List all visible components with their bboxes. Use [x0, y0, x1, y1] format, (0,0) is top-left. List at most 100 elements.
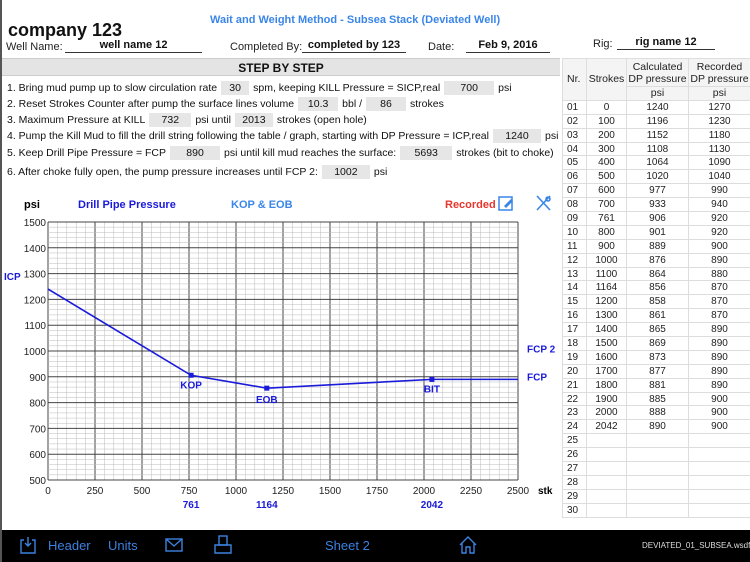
- row-recorded[interactable]: 990: [688, 183, 750, 199]
- row-nr: 27: [562, 461, 587, 476]
- step-value[interactable]: 10.3: [298, 97, 339, 111]
- row-calculated: 873: [626, 349, 689, 365]
- file-name: DEVIATED_01_SUBSEA.wsdf: [642, 541, 750, 550]
- row-calculated: [626, 447, 689, 463]
- row-recorded[interactable]: [688, 474, 750, 490]
- step-value[interactable]: 30: [221, 81, 250, 95]
- tools-icon[interactable]: [536, 195, 551, 211]
- row-nr: 19: [562, 349, 587, 365]
- row-recorded[interactable]: 880: [688, 266, 750, 282]
- step-text: bbl /: [342, 98, 362, 110]
- x-tick-label: 750: [181, 486, 198, 497]
- home-icon[interactable]: [459, 535, 477, 558]
- row-recorded[interactable]: 900: [688, 391, 750, 407]
- row-recorded[interactable]: 1090: [688, 155, 750, 171]
- row-recorded[interactable]: [688, 447, 750, 463]
- row-recorded[interactable]: 890: [688, 336, 750, 351]
- header-icon[interactable]: [18, 535, 38, 558]
- row-strokes: 300: [586, 141, 627, 157]
- row-recorded[interactable]: 890: [688, 322, 750, 338]
- row-calculated: 865: [626, 322, 689, 338]
- row-nr: 30: [562, 502, 587, 518]
- y-axis-label: psi: [24, 199, 40, 211]
- row-calculated: 876: [626, 252, 689, 268]
- row-recorded[interactable]: 900: [688, 419, 750, 435]
- row-strokes: [586, 502, 627, 518]
- row-calculated: 1064: [626, 155, 689, 171]
- row-recorded[interactable]: 900: [688, 238, 750, 254]
- row-recorded[interactable]: 920: [688, 224, 750, 240]
- units-button[interactable]: Units: [108, 538, 138, 553]
- edit-icon[interactable]: [498, 196, 513, 211]
- row-strokes: [586, 461, 627, 476]
- row-strokes: 1900: [586, 391, 627, 407]
- header-button[interactable]: Header: [48, 538, 91, 553]
- row-strokes: 800: [586, 224, 627, 240]
- row-recorded[interactable]: [688, 461, 750, 476]
- row-strokes: 2042: [586, 419, 627, 435]
- table-row: 10 800 901 920: [562, 224, 750, 240]
- mail-icon[interactable]: [165, 537, 183, 556]
- row-nr: 23: [562, 405, 587, 421]
- row-recorded[interactable]: 1130: [688, 141, 750, 157]
- row-nr: 08: [562, 197, 587, 213]
- step-value[interactable]: 86: [366, 97, 406, 111]
- step-value[interactable]: 1240: [492, 129, 541, 143]
- marker-eob: [264, 385, 270, 391]
- row-recorded[interactable]: 870: [688, 294, 750, 310]
- step-2: 2. Reset Strokes Counter after pump the …: [7, 97, 444, 112]
- row-nr: 06: [562, 169, 587, 185]
- row-strokes: 1300: [586, 308, 627, 324]
- step-value[interactable]: 700: [444, 81, 495, 95]
- row-recorded[interactable]: 1270: [688, 99, 750, 115]
- row-strokes: 1800: [586, 377, 627, 393]
- step-value[interactable]: 732: [149, 113, 192, 127]
- row-strokes: [586, 433, 627, 449]
- row-recorded[interactable]: 920: [688, 211, 750, 226]
- step-text: 4. Pump the Kill Mud to fill the drill s…: [7, 130, 489, 142]
- table-row: 19 1600 873 890: [562, 349, 750, 365]
- sheet-label[interactable]: Sheet 2: [325, 538, 370, 553]
- step-value[interactable]: 5693: [400, 146, 453, 160]
- print-icon[interactable]: [214, 535, 232, 558]
- row-recorded[interactable]: 890: [688, 363, 750, 379]
- row-recorded[interactable]: [688, 433, 750, 449]
- row-recorded[interactable]: 940: [688, 197, 750, 213]
- table-row: 09 761 906 920: [562, 211, 750, 226]
- step-value[interactable]: 890: [170, 146, 221, 160]
- row-recorded[interactable]: 1230: [688, 113, 750, 129]
- step-value[interactable]: 2013: [234, 113, 273, 127]
- row-recorded[interactable]: 1040: [688, 169, 750, 185]
- date-field[interactable]: Feb 9, 2016: [466, 39, 550, 53]
- row-recorded[interactable]: 870: [688, 308, 750, 324]
- step-text: strokes (open hole): [276, 114, 367, 126]
- table-row: 24 2042 890 900: [562, 419, 750, 435]
- table-row: 13 1100 864 880: [562, 266, 750, 282]
- row-calculated: 856: [626, 280, 689, 296]
- row-recorded[interactable]: 890: [688, 349, 750, 365]
- row-recorded[interactable]: 1180: [688, 127, 750, 143]
- table-row: 01 0 1240 1270: [562, 99, 750, 115]
- x-tick-label: 1250: [272, 486, 295, 497]
- step-6: 6. After choke fully open, the pump pres…: [7, 165, 387, 180]
- row-strokes: [586, 488, 627, 504]
- table-row: 17 1400 865 890: [562, 322, 750, 338]
- legend-drill-pipe: Drill Pipe Pressure: [78, 199, 176, 211]
- step-value[interactable]: 1002: [321, 165, 370, 179]
- row-recorded[interactable]: [688, 502, 750, 518]
- row-recorded[interactable]: 900: [688, 405, 750, 421]
- x-tick-label: 250: [87, 486, 104, 497]
- y-tick-label: 1400: [24, 244, 47, 255]
- row-calculated: 888: [626, 405, 689, 421]
- row-recorded[interactable]: 890: [688, 252, 750, 268]
- row-nr: 09: [562, 211, 587, 226]
- well-name-field[interactable]: well name 12: [65, 39, 202, 53]
- row-recorded[interactable]: [688, 488, 750, 504]
- row-recorded[interactable]: 870: [688, 280, 750, 296]
- completed-by-field[interactable]: completed by 123: [302, 39, 406, 53]
- table-row: 25: [562, 433, 750, 449]
- table-row: 18 1500 869 890: [562, 336, 750, 351]
- rig-field[interactable]: rig name 12: [617, 36, 715, 50]
- row-recorded[interactable]: 890: [688, 377, 750, 393]
- row-strokes: 2000: [586, 405, 627, 421]
